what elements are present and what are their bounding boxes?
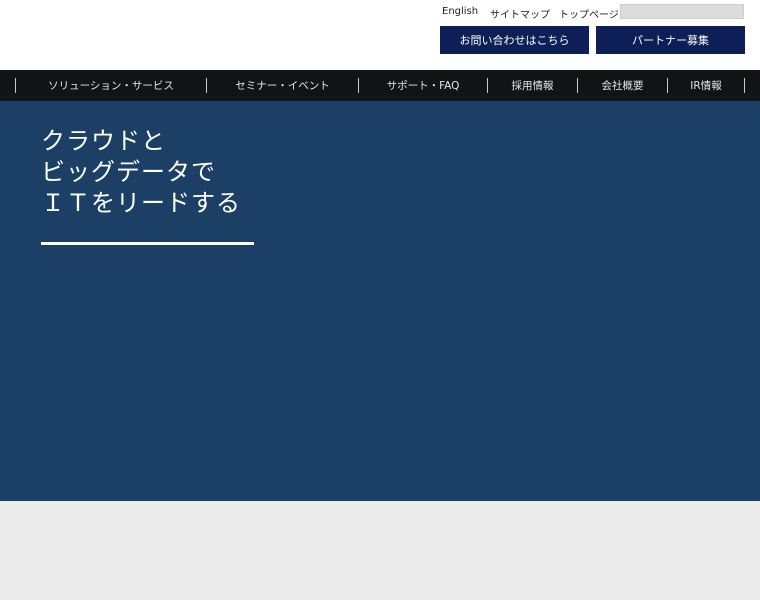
search-input[interactable] xyxy=(620,4,744,19)
sitemap-link[interactable]: サイトマップ xyxy=(490,6,550,21)
hero-headline-line-3: ＩＴをリードする xyxy=(41,189,241,217)
hero-headline-line-2: ビッグデータで xyxy=(41,158,216,186)
contact-button[interactable]: お問い合わせはこちら xyxy=(440,26,589,54)
header: English サイトマップ トップページ お問い合わせはこちら パートナー募集 xyxy=(0,0,760,70)
nav-item-seminars[interactable]: セミナー・イベント xyxy=(207,70,358,101)
hero-headline-line-1: クラウドと xyxy=(41,127,166,155)
partner-recruit-button[interactable]: パートナー募集 xyxy=(596,26,745,54)
hero-banner: クラウドと ビッグデータで ＩＴをリードする xyxy=(0,101,760,501)
nav-divider xyxy=(744,78,745,93)
nav-item-support[interactable]: サポート・FAQ xyxy=(359,70,487,101)
nav-item-careers[interactable]: 採用情報 xyxy=(488,70,577,101)
nav-item-ir[interactable]: IR情報 xyxy=(668,70,744,101)
content-area xyxy=(0,501,760,600)
top-page-link[interactable]: トップページ xyxy=(559,6,619,21)
main-nav: ソリューション・サービス セミナー・イベント サポート・FAQ 採用情報 会社概… xyxy=(0,70,760,101)
hero-underline xyxy=(41,242,254,245)
nav-item-company[interactable]: 会社概要 xyxy=(578,70,667,101)
nav-item-solutions[interactable]: ソリューション・サービス xyxy=(16,70,206,101)
english-link[interactable]: English xyxy=(442,6,478,17)
